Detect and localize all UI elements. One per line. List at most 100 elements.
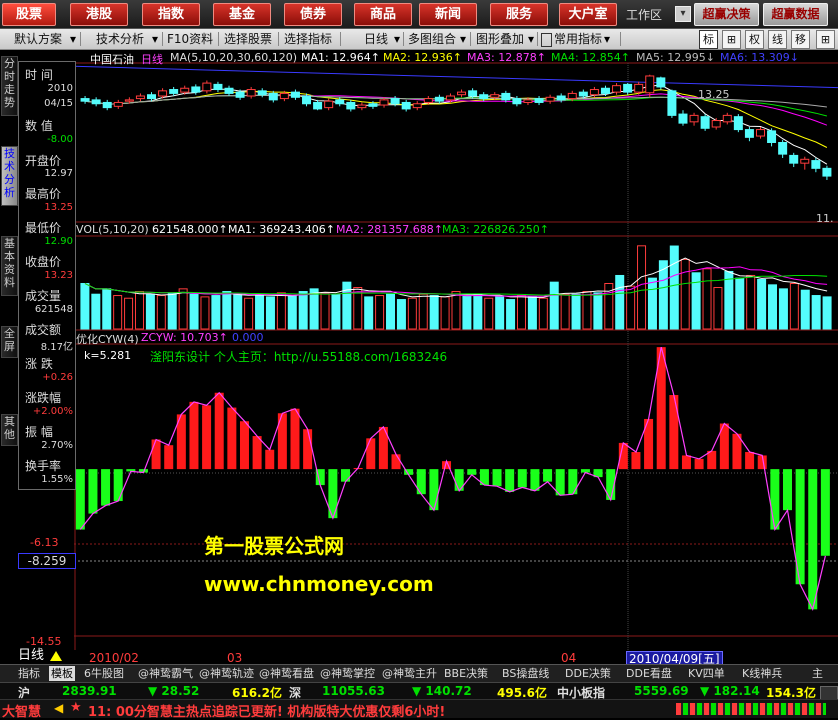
triangle-up-icon[interactable] (50, 651, 62, 661)
play-icon[interactable]: ◀ (54, 701, 63, 715)
nav-stocks[interactable]: 股票 (2, 3, 56, 26)
tab-indicator[interactable]: 指标 (18, 666, 40, 681)
candle-body (722, 114, 732, 123)
osc-bar (530, 469, 540, 491)
candle-body (379, 99, 389, 106)
tab-dde-decision[interactable]: DDE决策 (565, 666, 611, 681)
nav-hk-stocks[interactable]: 港股 (70, 3, 128, 26)
osc-bar (239, 421, 249, 470)
candle-body (202, 82, 212, 92)
osc-bar (770, 469, 780, 530)
tab-k-line-weapon[interactable]: K线神兵 (742, 666, 782, 681)
candle-body (512, 98, 522, 105)
move-icon[interactable]: 移 (791, 30, 810, 49)
tab-fullscreen[interactable]: 全屏 (1, 326, 18, 358)
expand-icon[interactable] (820, 686, 838, 700)
ma5-value: MA5: 12.995↓ (636, 51, 715, 64)
tab-technical[interactable]: 技术分析 (1, 146, 18, 206)
nav-vip-room[interactable]: 大户室 (559, 3, 617, 26)
change: +0.26 (42, 372, 73, 383)
common-indicators-menu[interactable]: 常用指标 (554, 31, 602, 47)
mark-icon[interactable]: 标 (699, 30, 718, 49)
checkbox-icon[interactable] (541, 33, 552, 47)
author-credit: 滏阳东设计 个人主页：http://u.55188.com/1683246 (150, 350, 448, 364)
candle-body (434, 96, 444, 102)
candle-body (257, 90, 267, 96)
tab-shenzhi-guiji[interactable]: @神鸷轨迹 (199, 666, 254, 681)
nav-index[interactable]: 指数 (142, 3, 200, 26)
tab-bbe-decision[interactable]: BBE决策 (444, 666, 488, 681)
osc-bar (568, 469, 578, 495)
osc-bar (782, 469, 792, 511)
f10-info-button[interactable]: F10资料 (167, 31, 213, 47)
osc-zcyw: ZCYW: 10.703↑ (141, 331, 228, 344)
candle-body (689, 114, 699, 123)
tab-kv-four[interactable]: KV四单 (688, 666, 725, 681)
tab-shenzhi-zhusheng[interactable]: @神鸷主升 (382, 666, 437, 681)
volume-bar (429, 295, 439, 330)
dropdown-arrow-icon[interactable]: ▾ (394, 31, 400, 47)
default-scheme-menu[interactable]: 默认方案 (14, 31, 62, 47)
period-label: 日线 (141, 53, 163, 66)
tab-dde-view[interactable]: DDE看盘 (626, 666, 672, 681)
candle-body (567, 92, 577, 100)
tech-analysis-menu[interactable]: 技术分析 (96, 31, 144, 47)
pct-change: +2.00% (32, 406, 73, 417)
volume-bar (637, 245, 647, 330)
tab-fundamentals[interactable]: 基本资料 (1, 236, 18, 296)
tab-bs-line[interactable]: BS操盘线 (502, 666, 549, 681)
line-icon[interactable]: 线 (768, 30, 787, 49)
tab-other[interactable]: 其他 (1, 414, 18, 446)
volume-bar (811, 295, 821, 330)
ticker-text[interactable]: 11: 00分智慧主热点追踪已更新! 机构版特大优惠仅剩6小时! (88, 701, 445, 720)
dropdown-arrow-icon[interactable]: ▾ (675, 6, 691, 22)
multi-chart-menu[interactable]: 多图组合 (408, 31, 456, 47)
nav-services[interactable]: 服务 (490, 3, 548, 26)
tab-intraday[interactable]: 分时走势 (1, 56, 18, 116)
tab-shenzhi-kanpan[interactable]: @神鸷看盘 (259, 666, 314, 681)
nav-bonds[interactable]: 债券 (284, 3, 342, 26)
select-stock-button[interactable]: 选择股票 (224, 31, 272, 47)
nav-news[interactable]: 新闻 (419, 3, 477, 26)
overlay-menu[interactable]: 图形叠加 (476, 31, 524, 47)
volume-bar (560, 293, 570, 330)
grid-icon[interactable]: ⊞ (722, 30, 741, 49)
sh-index-value: 2839.91 (62, 684, 117, 698)
select-indicator-button[interactable]: 选择指标 (284, 31, 332, 47)
volume-bar (342, 281, 352, 330)
osc-bar (808, 469, 818, 610)
nav-funds[interactable]: 基金 (213, 3, 271, 26)
vol-ma2: MA2: 281357.688↑ (336, 223, 443, 236)
period-selector[interactable]: 日线 (18, 648, 44, 663)
daily-period-menu[interactable]: 日线 (364, 31, 388, 47)
rights-icon[interactable]: 权 (745, 30, 764, 49)
volume-bar (778, 288, 788, 330)
tab-shenzhi-baqi[interactable]: @神鸷霸气 (138, 666, 193, 681)
dropdown-arrow-icon[interactable]: ▾ (70, 31, 76, 47)
candle-body (589, 89, 599, 96)
super-decision-button[interactable]: 超赢决策 (694, 3, 759, 26)
nav-commodities[interactable]: 商品 (354, 3, 412, 26)
workzone-label[interactable]: 工作区 (626, 6, 662, 23)
layout-icon[interactable]: ⊞ (816, 30, 835, 49)
osc-bar (631, 452, 641, 470)
dropdown-arrow-icon[interactable]: ▾ (152, 31, 158, 47)
tab-shenzhi-zhangkong[interactable]: @神鸷掌控 (320, 666, 375, 681)
volume-bar (527, 296, 537, 330)
tab-main[interactable]: 主 (812, 666, 823, 681)
volume-bar (287, 295, 297, 330)
candle-body (324, 100, 334, 109)
tab-6-bull[interactable]: 6牛股图 (84, 666, 124, 681)
index-ticker-bar: 沪 2839.91 ▼ 28.52 616.2亿 深 11055.63 ▼ 14… (0, 682, 838, 700)
dropdown-arrow-icon[interactable]: ▾ (460, 31, 466, 47)
vol-value: 621548.000↑ (152, 223, 228, 236)
tab-template[interactable]: 模板 (49, 666, 75, 681)
market-breadth-bar (676, 703, 826, 715)
candle-body (368, 103, 378, 107)
dropdown-arrow-icon[interactable]: ▾ (604, 31, 610, 47)
amplitude-label: 振 幅 (25, 425, 53, 439)
volume-bar (768, 284, 778, 330)
time-axis-march: 03 (227, 651, 243, 665)
super-data-button[interactable]: 超赢数据 (763, 3, 828, 26)
dropdown-arrow-icon[interactable]: ▾ (528, 31, 534, 47)
